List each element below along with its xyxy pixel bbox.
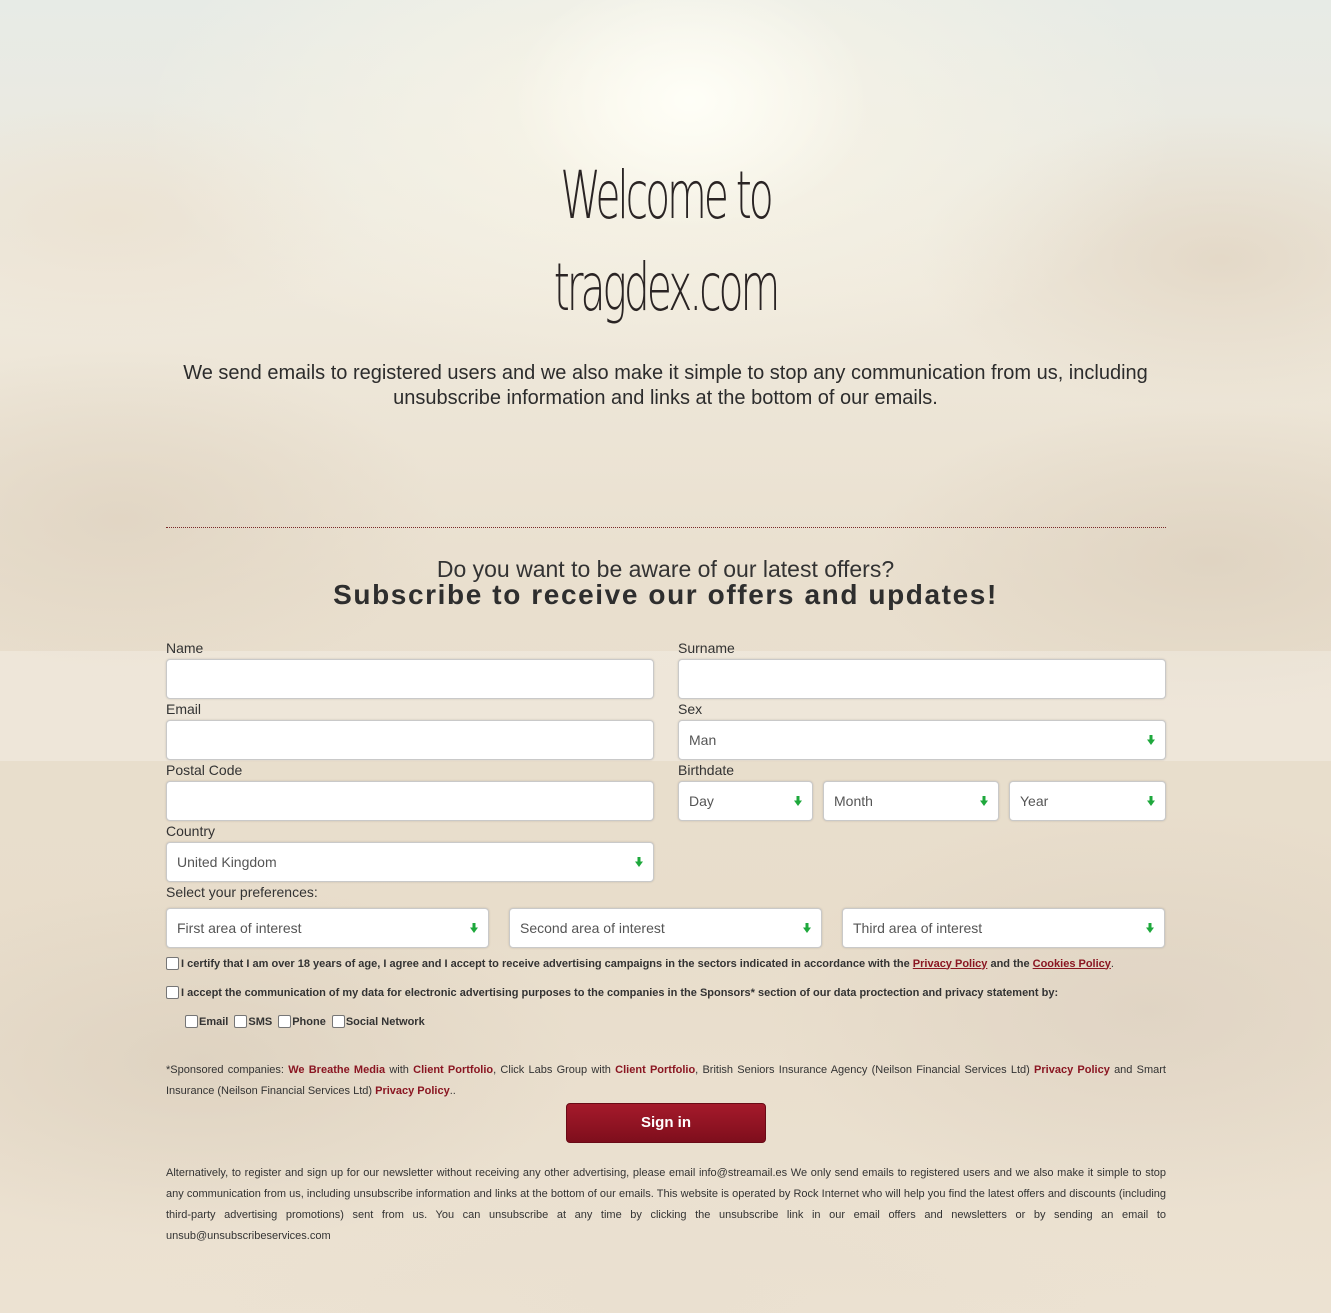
birth-month-select[interactable]: Month: [823, 781, 999, 821]
channel-phone-checkbox[interactable]: [278, 1015, 292, 1028]
cookies-policy-link[interactable]: Cookies Policy: [1033, 958, 1111, 970]
channel-phone-label: Phone: [292, 1015, 326, 1028]
channel-options: Email SMS Phone Social Network: [185, 1015, 431, 1028]
section-divider: [166, 527, 1166, 528]
site-name: tragdex.com: [553, 249, 781, 327]
surname-field[interactable]: [678, 659, 1166, 699]
country-label: Country: [166, 823, 216, 839]
sex-select-value: Man: [689, 732, 717, 748]
green-down-arrow-icon: [470, 923, 478, 934]
channel-social-label: Social Network: [345, 1015, 425, 1028]
country-select[interactable]: United Kingdom: [166, 842, 654, 882]
name-field[interactable]: [166, 659, 654, 699]
channel-sms-label: SMS: [248, 1015, 273, 1028]
client-portfolio-link-2[interactable]: Client Portfolio: [615, 1064, 695, 1076]
email-field[interactable]: [166, 720, 654, 760]
privacy-policy-link[interactable]: Privacy Policy: [913, 958, 988, 970]
green-down-arrow-icon: [794, 796, 802, 807]
footer-text: Alternatively, to register and sign up f…: [166, 1167, 1166, 1242]
consent-end: .: [1110, 957, 1114, 970]
client-portfolio-link-1[interactable]: Client Portfolio: [413, 1064, 493, 1076]
birth-day-select[interactable]: Day: [678, 781, 813, 821]
subscribe-headline: Subscribe to receive our offers and upda…: [333, 579, 998, 610]
third-interest-value: Third area of interest: [853, 920, 983, 936]
hero: Welcome to tragdex.com: [0, 150, 1331, 335]
green-down-arrow-icon: [635, 857, 643, 868]
preferences-label: Select your preferences:: [166, 884, 318, 900]
second-interest-select[interactable]: Second area of interest: [509, 908, 822, 948]
birth-day-value: Day: [689, 793, 714, 809]
channel-social-option[interactable]: Social Network: [331, 1015, 425, 1028]
channel-phone-option[interactable]: Phone: [278, 1015, 326, 1028]
sponsor-end: ..: [449, 1085, 456, 1097]
sign-in-button[interactable]: Sign in: [566, 1103, 766, 1143]
sex-select[interactable]: Man: [678, 720, 1166, 760]
data-consent-text: I accept the communication of my data fo…: [181, 986, 1059, 999]
sponsor-mid-1: , Click Labs Group with: [493, 1064, 611, 1076]
data-consent-checkbox[interactable]: [166, 986, 179, 999]
channel-email-label: Email: [199, 1015, 229, 1028]
age-consent-text: I certify that I am over 18 years of age…: [181, 957, 910, 970]
surname-label: Surname: [678, 640, 735, 656]
green-down-arrow-icon: [803, 923, 811, 934]
channel-email-checkbox[interactable]: [185, 1015, 198, 1028]
birthdate-label: Birthdate: [678, 762, 735, 778]
age-consent-row: I certify that I am over 18 years of age…: [166, 957, 1114, 970]
country-select-value: United Kingdom: [177, 854, 277, 870]
age-consent-checkbox[interactable]: [166, 957, 179, 970]
green-down-arrow-icon: [1146, 923, 1154, 934]
name-label: Name: [166, 640, 204, 656]
sex-label: Sex: [678, 701, 703, 717]
channel-sms-checkbox[interactable]: [234, 1015, 248, 1028]
postal-code-label: Postal Code: [166, 762, 243, 778]
third-interest-select[interactable]: Third area of interest: [842, 908, 1165, 948]
green-down-arrow-icon: [1147, 735, 1155, 746]
consent-and-text: and the: [990, 957, 1030, 970]
data-consent-row: I accept the communication of my data fo…: [166, 986, 1058, 999]
sponsor-we-breathe-media[interactable]: We Breathe Media: [288, 1064, 385, 1076]
sponsor-prefix: *Sponsored companies:: [166, 1064, 284, 1076]
intro-text: We send emails to registered users and w…: [183, 362, 1148, 409]
sponsor-privacy-policy-link-2[interactable]: Privacy Policy: [375, 1085, 450, 1097]
birth-month-value: Month: [834, 793, 873, 809]
second-interest-value: Second area of interest: [520, 920, 665, 936]
sponsor-mid-2: , British Seniors Insurance Agency (Neil…: [695, 1064, 1030, 1076]
channel-email-option[interactable]: Email: [185, 1015, 228, 1028]
first-interest-value: First area of interest: [177, 920, 302, 936]
green-down-arrow-icon: [980, 796, 988, 807]
channel-sms-option[interactable]: SMS: [234, 1015, 272, 1028]
sponsored-companies: *Sponsored companies: We Breathe Media w…: [166, 1060, 1166, 1102]
channel-social-checkbox[interactable]: [331, 1015, 345, 1028]
postal-code-field[interactable]: [166, 781, 654, 821]
sponsor-privacy-policy-link-1[interactable]: Privacy Policy: [1034, 1064, 1110, 1076]
birth-year-select[interactable]: Year: [1009, 781, 1166, 821]
email-label: Email: [166, 701, 202, 717]
first-interest-select[interactable]: First area of interest: [166, 908, 489, 948]
green-down-arrow-icon: [1147, 796, 1155, 807]
sponsor-with: with: [389, 1064, 409, 1076]
birth-year-value: Year: [1020, 793, 1049, 809]
welcome-line: Welcome to: [560, 157, 773, 234]
